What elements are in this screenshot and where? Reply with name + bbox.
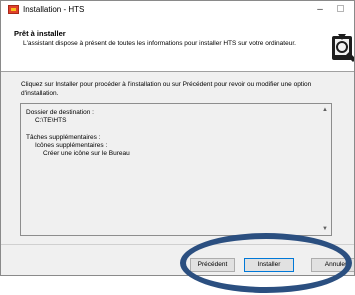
minimize-button[interactable]: – (311, 3, 329, 17)
scroll-down-icon[interactable]: ▼ (319, 223, 331, 235)
installer-wizard-icon (332, 34, 354, 62)
memo-line: Créer une icône sur le Bureau (43, 150, 130, 157)
memo-scrollbar[interactable]: ▲ ▼ (319, 104, 331, 235)
close-button[interactable]: × (350, 3, 354, 17)
memo-line: Icônes supplémentaires : (35, 142, 108, 149)
memo-line: C:\TE\HTS (35, 117, 67, 124)
window-title: Installation - HTS (23, 5, 85, 14)
page-description: L'assistant dispose à présent de toutes … (23, 40, 296, 47)
summary-memo[interactable]: Dossier de destination : C:\TE\HTS Tâche… (20, 103, 332, 236)
app-icon (8, 5, 19, 14)
title-bar[interactable]: Installation - HTS – × (1, 1, 354, 19)
page-title: Prêt à installer (14, 29, 66, 38)
memo-line: Dossier de destination : (26, 109, 94, 116)
wizard-header: Prêt à installer L'assistant dispose à p… (1, 19, 354, 72)
maximize-icon (336, 5, 344, 12)
instructions-text: Cliquez sur Installer pour procéder à l'… (21, 81, 312, 97)
maximize-button[interactable] (331, 3, 349, 17)
installer-window: Installation - HTS – × Prêt à installer … (0, 0, 355, 276)
scroll-up-icon[interactable]: ▲ (319, 104, 331, 116)
memo-line: Tâches supplémentaires : (26, 134, 101, 141)
highlight-ellipse (180, 233, 352, 293)
